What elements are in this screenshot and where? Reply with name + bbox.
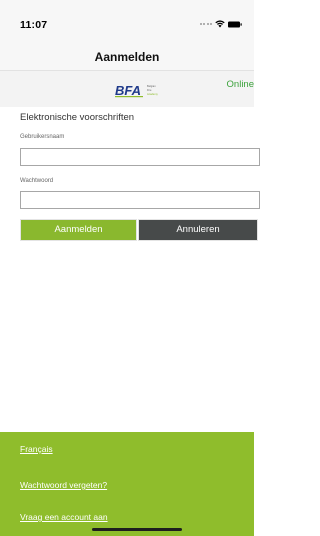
- forgot-password-link[interactable]: Wachtwoord vergeten?: [20, 480, 107, 490]
- footer: Français Wachtwoord vergeten? Vraag een …: [0, 432, 254, 536]
- request-account-link[interactable]: Vraag een account aan: [20, 512, 108, 522]
- logo-subtitle-1: Belgian: [147, 84, 156, 88]
- page-title: Aanmelden: [94, 50, 160, 64]
- password-label: Wachtwoord: [20, 178, 54, 184]
- online-status: Online: [226, 79, 254, 90]
- form-title: Elektronische voorschriften: [20, 112, 135, 123]
- logo-row: BFA Belgian Fire Academy Online: [0, 71, 254, 107]
- status-time: 11:07: [20, 19, 48, 31]
- bfa-logo: BFA Belgian Fire Academy: [115, 83, 159, 98]
- signal-dots-icon: [199, 23, 212, 25]
- status-bar: 11:07: [0, 0, 254, 44]
- logo-subtitle-2: Fire: [147, 88, 152, 92]
- status-icons: [199, 20, 243, 28]
- cancel-button[interactable]: Annuleren: [138, 219, 258, 241]
- username-label: Gebruikersnaam: [20, 134, 65, 140]
- logo-text: BFA: [115, 83, 141, 98]
- language-link[interactable]: Français: [20, 444, 53, 454]
- battery-icon: [228, 21, 242, 28]
- home-indicator[interactable]: [92, 528, 182, 531]
- username-field[interactable]: [20, 148, 260, 166]
- wifi-icon: [215, 20, 225, 28]
- password-field[interactable]: [20, 191, 260, 209]
- nav-bar: Aanmelden: [0, 44, 254, 71]
- logo-subtitle-3: Academy: [147, 92, 159, 96]
- login-button[interactable]: Aanmelden: [20, 219, 137, 241]
